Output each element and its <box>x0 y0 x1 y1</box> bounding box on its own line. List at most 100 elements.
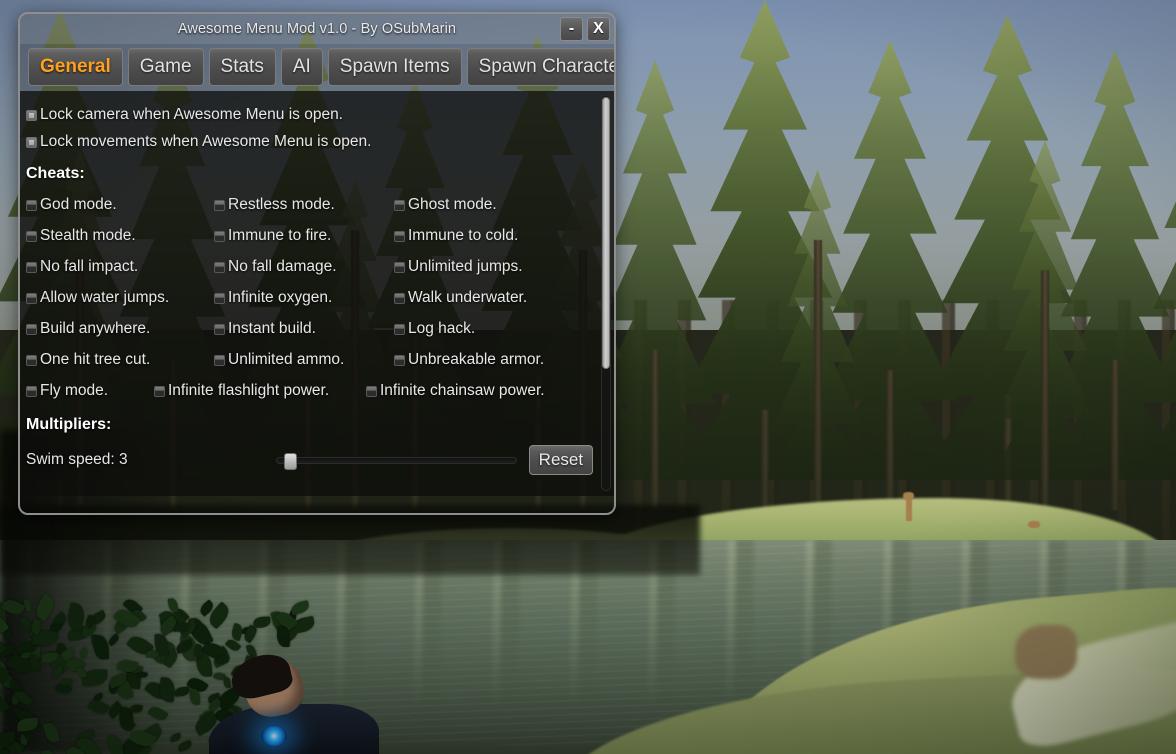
bush-leaf <box>24 599 32 612</box>
toggle-row[interactable]: Lock camera when Awesome Menu is open. <box>20 101 614 128</box>
cheat-row: One hit tree cut. Unlimited ammo. Unbreaka… <box>26 344 614 375</box>
toggle-row[interactable]: Lock movements when Awesome Menu is open… <box>20 128 614 155</box>
bush-leaf <box>107 734 124 754</box>
ghost-mode-label: Ghost mode. <box>408 195 497 213</box>
fly-mode-label: Fly mode. <box>40 381 109 399</box>
cheat-row: Build anywhere. Instant build. Log hack. <box>26 313 614 344</box>
instant-build-checkbox[interactable] <box>214 324 225 335</box>
build-anywhere-checkbox[interactable] <box>26 324 37 335</box>
animal-running <box>1015 625 1077 679</box>
one-hit-tree-cut-checkbox[interactable] <box>26 355 37 366</box>
minimize-button[interactable]: - <box>560 17 583 41</box>
bush-leaf <box>176 739 193 753</box>
no-fall-damage-checkbox[interactable] <box>214 262 225 273</box>
allow-water-jumps-label: Allow water jumps. <box>40 288 170 306</box>
no-fall-damage-label: No fall damage. <box>228 257 337 275</box>
bush-leaf <box>86 696 110 718</box>
lock-camera-when-awesome-men-label: Lock camera when Awesome Menu is open. <box>40 105 343 123</box>
bush-leaf <box>169 732 182 743</box>
tab-ai[interactable]: AI <box>280 48 323 86</box>
swim-speed-slider-thumb[interactable] <box>283 452 297 470</box>
unbreakable-armor-checkbox[interactable] <box>394 355 405 366</box>
lock-camera-when-awesome-men-checkbox[interactable] <box>26 110 37 121</box>
infinite-flashlight-power-label: Infinite flashlight power. <box>168 381 330 399</box>
infinite-oxygen-checkbox[interactable] <box>214 293 225 304</box>
log-hack-label: Log hack. <box>408 319 476 337</box>
no-fall-impact-checkbox[interactable] <box>26 262 37 273</box>
tab-spawn-characters[interactable]: Spawn Characters <box>466 48 614 86</box>
bush-leaf <box>290 600 311 616</box>
lock-movements-when-awesome--checkbox[interactable] <box>26 137 37 148</box>
bush-leaf <box>147 704 168 724</box>
allow-water-jumps-checkbox[interactable] <box>26 293 37 304</box>
build-anywhere-label: Build anywhere. <box>40 319 151 337</box>
restless-mode-label: Restless mode. <box>228 195 335 213</box>
general-tab-panel: Lock camera when Awesome Menu is open. Lo… <box>20 91 614 496</box>
tab-general[interactable]: General <box>28 48 123 86</box>
cheat-row: Fly mode. Infinite flashlight power. Infin… <box>26 375 614 406</box>
god-mode-label: God mode. <box>40 195 117 213</box>
cheats-grid: God mode. Restless mode. Ghost mode. Stealt… <box>20 189 614 406</box>
immune-to-fire-checkbox[interactable] <box>214 231 225 242</box>
tab-bar: General Game Stats AI Spawn Items Spawn Chara… <box>20 44 614 91</box>
lock-movements-when-awesome--label: Lock movements when Awesome Menu is open… <box>40 132 372 150</box>
cheat-row: No fall impact. No fall damage. Unlimited … <box>26 251 614 282</box>
blue-glow-light <box>261 726 287 746</box>
window-titlebar[interactable]: Awesome Menu Mod v1.0 - By OSubMarin - X <box>20 14 614 44</box>
bush-leaf <box>79 647 90 660</box>
cheat-row: Allow water jumps. Infinite oxygen. Walk u… <box>26 282 614 313</box>
unlimited-ammo-checkbox[interactable] <box>214 355 225 366</box>
menu-toggle-list: Lock camera when Awesome Menu is open. Lo… <box>20 101 614 155</box>
unlimited-ammo-label: Unlimited ammo. <box>228 350 345 368</box>
unbreakable-armor-label: Unbreakable armor. <box>408 350 545 368</box>
bush-leaf <box>252 616 271 629</box>
walk-underwater-label: Walk underwater. <box>408 288 528 306</box>
bush-leaf <box>129 704 143 714</box>
one-hit-tree-cut-label: One hit tree cut. <box>40 350 151 368</box>
instant-build-label: Instant build. <box>228 319 316 337</box>
bush-leaf <box>29 654 40 671</box>
swim-speed-row: Swim speed: 3 Reset <box>20 444 614 476</box>
no-fall-impact-label: No fall impact. <box>40 257 139 275</box>
god-mode-checkbox[interactable] <box>26 200 37 211</box>
close-button[interactable]: X <box>587 17 610 41</box>
infinite-chainsaw-power-label: Infinite chainsaw power. <box>380 381 545 399</box>
player-torso <box>209 704 379 754</box>
ghost-mode-checkbox[interactable] <box>394 200 405 211</box>
infinite-flashlight-power-checkbox[interactable] <box>154 386 165 397</box>
unlimited-jumps-label: Unlimited jumps. <box>408 257 523 275</box>
swim-speed-slider[interactable] <box>275 452 517 470</box>
panel-scrollbar-thumb[interactable] <box>602 97 610 369</box>
bush-leaf <box>154 633 169 655</box>
immune-to-fire-label: Immune to fire. <box>228 226 332 244</box>
walk-underwater-checkbox[interactable] <box>394 293 405 304</box>
awesome-menu-mod-window[interactable]: Awesome Menu Mod v1.0 - By OSubMarin - X… <box>18 12 616 515</box>
log-hack-checkbox[interactable] <box>394 324 405 335</box>
tab-stats[interactable]: Stats <box>208 48 276 86</box>
infinite-chainsaw-power-checkbox[interactable] <box>366 386 377 397</box>
fly-mode-checkbox[interactable] <box>26 386 37 397</box>
stealth-mode-checkbox[interactable] <box>26 231 37 242</box>
bush-leaf <box>15 688 34 708</box>
animal-small <box>1028 521 1040 528</box>
deer-far <box>906 497 912 521</box>
tab-spawn-items[interactable]: Spawn Items <box>327 48 462 86</box>
reset-button[interactable]: Reset <box>528 445 594 475</box>
panel-scrollbar[interactable] <box>601 95 611 491</box>
restless-mode-checkbox[interactable] <box>214 200 225 211</box>
bush-leaf <box>106 632 121 646</box>
immune-to-cold-checkbox[interactable] <box>394 231 405 242</box>
tab-game[interactable]: Game <box>127 48 204 86</box>
swim-speed-label: Swim speed: 3 <box>26 451 128 468</box>
bush-leaf <box>276 625 290 647</box>
bush-leaf <box>174 686 191 697</box>
cheat-row: God mode. Restless mode. Ghost mode. <box>26 189 614 220</box>
bush-leaf <box>0 749 10 754</box>
bush-leaf <box>42 721 60 744</box>
infinite-oxygen-label: Infinite oxygen. <box>228 288 333 306</box>
cheat-row: Stealth mode. Immune to fire. Immune to co… <box>26 220 614 251</box>
unlimited-jumps-checkbox[interactable] <box>394 262 405 273</box>
bush-leaf <box>92 634 109 660</box>
window-title: Awesome Menu Mod v1.0 - By OSubMarin <box>177 21 457 37</box>
stealth-mode-label: Stealth mode. <box>40 226 136 244</box>
